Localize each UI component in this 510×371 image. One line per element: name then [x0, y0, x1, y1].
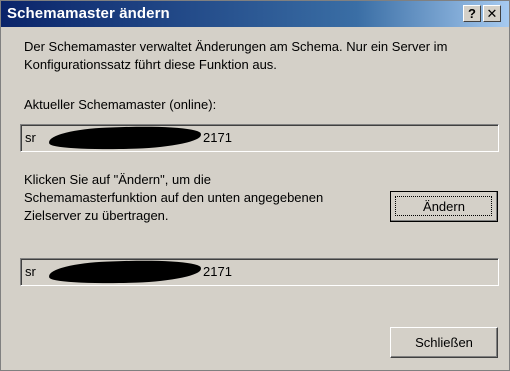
focus-rectangle: [395, 196, 492, 216]
close-button[interactable]: Schließen: [390, 327, 498, 358]
redaction-mark: [48, 124, 202, 152]
target-server-field: sr 2171: [20, 258, 499, 286]
change-button[interactable]: Ändern: [390, 191, 498, 222]
current-master-value-prefix: sr: [25, 130, 36, 145]
current-master-label: Aktueller Schemamaster (online):: [24, 96, 216, 114]
title-bar[interactable]: Schemamaster ändern ? ✕: [1, 1, 509, 27]
instruction-text: Klicken Sie auf "Ändern", um die Schemam…: [24, 172, 324, 223]
redaction-mark: [48, 258, 202, 286]
window-title: Schemamaster ändern: [7, 5, 170, 22]
target-server-value-suffix: 2171: [203, 264, 232, 279]
close-window-button[interactable]: ✕: [483, 5, 501, 22]
current-master-label-text: Aktueller Schemamaster (online):: [24, 97, 217, 112]
current-master-field: sr 2171: [20, 124, 499, 152]
current-master-value-suffix: 2171: [203, 130, 232, 145]
help-button[interactable]: ?: [463, 5, 481, 22]
target-server-value-prefix: sr: [25, 264, 36, 279]
description-text: Der Schemamaster verwaltet Änderungen am…: [24, 39, 448, 72]
schemamaster-dialog: Schemamaster ändern ? ✕ Der Schemamaster…: [0, 0, 510, 371]
